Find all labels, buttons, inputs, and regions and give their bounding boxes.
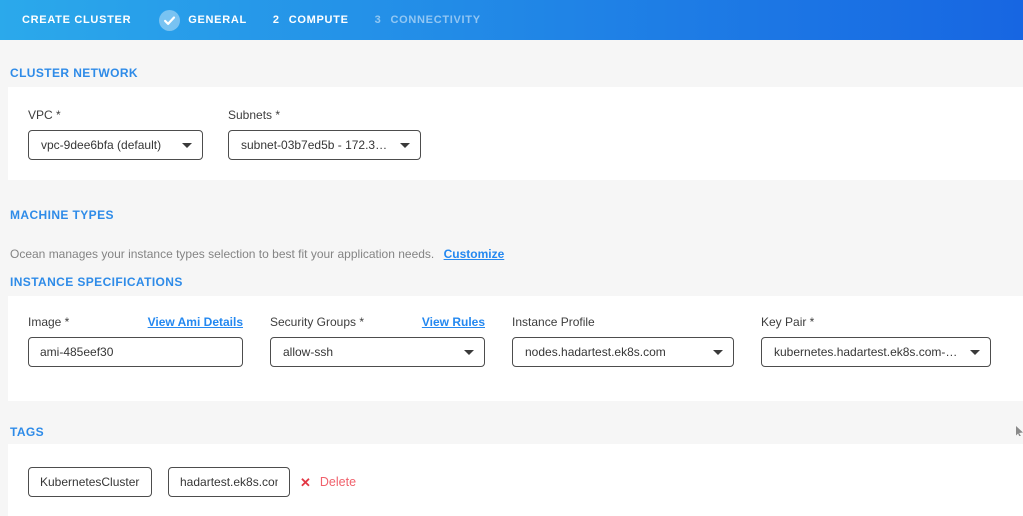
image-input[interactable] (28, 337, 243, 367)
vpc-select[interactable]: vpc-9dee6bfa (default) (28, 130, 203, 160)
instance-specifications-panel: Image * View Ami Details Security Groups… (8, 296, 1023, 401)
security-groups-select-value: allow-ssh (283, 345, 456, 359)
instance-profile-label: Instance Profile (512, 315, 595, 330)
cluster-network-heading: CLUSTER NETWORK (10, 66, 1023, 80)
view-ami-details-link[interactable]: View Ami Details (148, 315, 243, 330)
tab-compute[interactable]: 2 COMPUTE (273, 14, 349, 26)
check-icon (159, 10, 180, 31)
wizard-title: CREATE CLUSTER (22, 14, 131, 26)
tags-panel: ✕ Delete (8, 444, 1023, 516)
wizard-steps: GENERAL 2 COMPUTE 3 CONNECTIVITY (159, 10, 481, 31)
tags-heading: TAGS (10, 425, 1023, 439)
instance-profile-select[interactable]: nodes.hadartest.ek8s.com (512, 337, 734, 367)
instance-specifications-heading: INSTANCE SPECIFICATIONS (10, 275, 1023, 289)
machine-types-description: Ocean manages your instance types select… (10, 247, 434, 261)
x-icon: ✕ (300, 476, 311, 489)
chevron-down-icon (182, 143, 192, 148)
chevron-down-icon (970, 350, 980, 355)
key-pair-field: Key Pair * kubernetes.hadartest.ek8s.com… (761, 315, 991, 401)
tag-key-input[interactable] (28, 467, 152, 497)
subnets-field: Subnets * subnet-03b7ed5b - 172.31.0.0/2… (228, 108, 421, 180)
image-label: Image * (28, 315, 69, 330)
chevron-down-icon (464, 350, 474, 355)
delete-label: Delete (320, 475, 356, 489)
key-pair-select-value: kubernetes.hadartest.ek8s.com-39:84:a5:9… (774, 345, 962, 359)
vpc-field: VPC * vpc-9dee6bfa (default) (28, 108, 203, 180)
step-label: CONNECTIVITY (390, 14, 480, 26)
machine-types-heading: MACHINE TYPES (10, 208, 1023, 222)
security-groups-label: Security Groups * (270, 315, 364, 330)
chevron-down-icon (400, 143, 410, 148)
chevron-down-icon (713, 350, 723, 355)
security-groups-select[interactable]: allow-ssh (270, 337, 485, 367)
view-rules-link[interactable]: View Rules (422, 315, 485, 330)
image-field: Image * View Ami Details (28, 315, 243, 401)
key-pair-select[interactable]: kubernetes.hadartest.ek8s.com-39:84:a5:9… (761, 337, 991, 367)
machine-types-description-row: Ocean manages your instance types select… (10, 247, 1023, 261)
step-label: GENERAL (188, 14, 247, 26)
step-number: 2 (273, 14, 280, 26)
tab-general[interactable]: GENERAL (159, 10, 247, 31)
subnets-select[interactable]: subnet-03b7ed5b - 172.31.0.0/20 ... (228, 130, 421, 160)
key-pair-label: Key Pair * (761, 315, 814, 330)
customize-link[interactable]: Customize (444, 247, 505, 261)
instance-profile-field: Instance Profile nodes.hadartest.ek8s.co… (512, 315, 734, 401)
step-label: COMPUTE (289, 14, 349, 26)
security-groups-field: Security Groups * View Rules allow-ssh (270, 315, 485, 401)
tab-connectivity[interactable]: 3 CONNECTIVITY (375, 14, 481, 26)
step-number: 3 (375, 14, 382, 26)
wizard-header: CREATE CLUSTER GENERAL 2 COMPUTE 3 CONNE… (0, 0, 1023, 40)
subnets-label: Subnets * (228, 108, 280, 123)
vpc-select-value: vpc-9dee6bfa (default) (41, 138, 174, 152)
delete-tag-button[interactable]: ✕ Delete (300, 467, 356, 497)
tag-value-input[interactable] (168, 467, 290, 497)
cluster-network-panel: VPC * vpc-9dee6bfa (default) Subnets * s… (8, 87, 1023, 180)
instance-profile-select-value: nodes.hadartest.ek8s.com (525, 345, 705, 359)
subnets-select-value: subnet-03b7ed5b - 172.31.0.0/20 ... (241, 138, 392, 152)
vpc-label: VPC * (28, 108, 61, 123)
